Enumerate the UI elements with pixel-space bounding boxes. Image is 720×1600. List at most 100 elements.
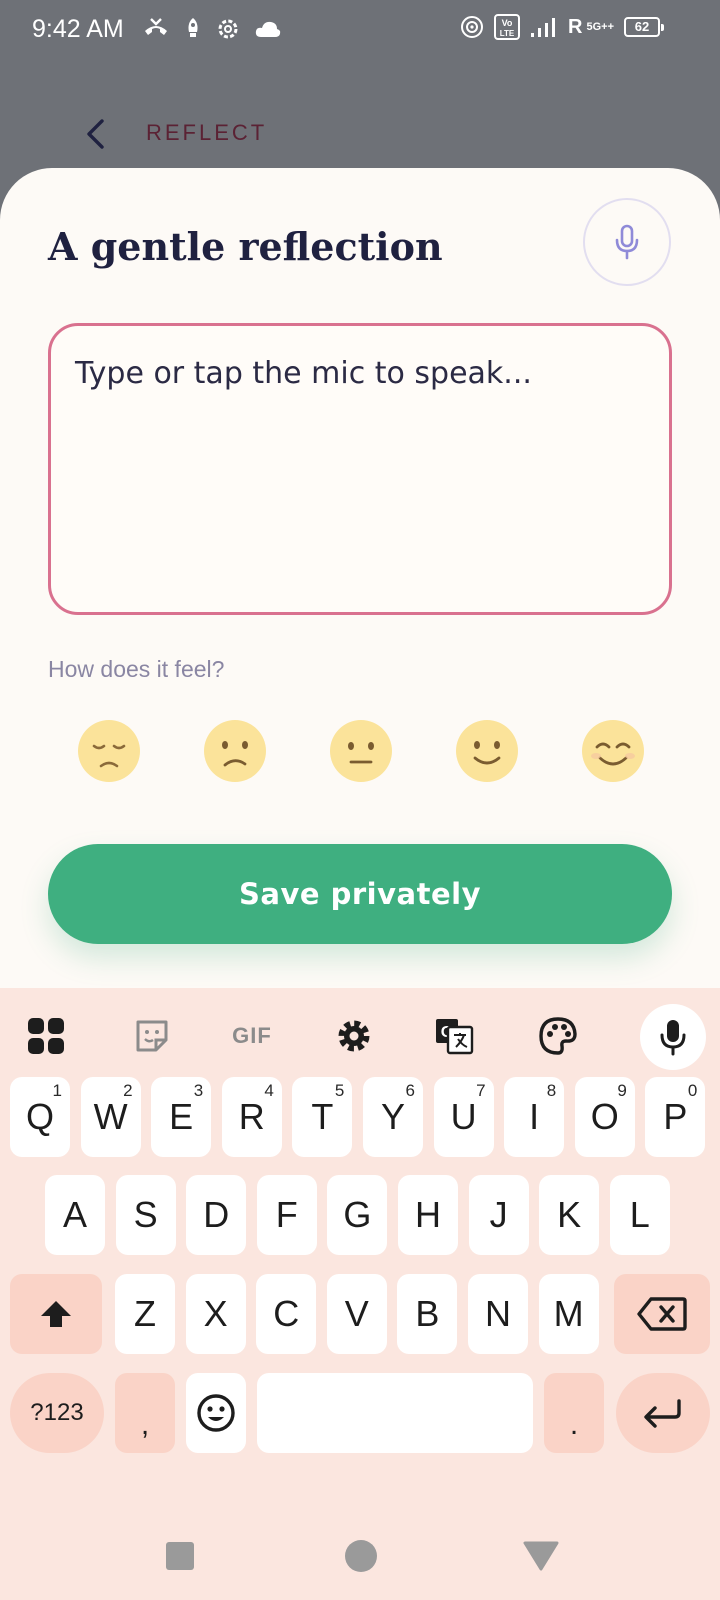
keyboard-voice-button[interactable]: [640, 1004, 706, 1070]
emoji-key[interactable]: [186, 1373, 246, 1453]
feel-label: How does it feel?: [48, 656, 225, 682]
key-hint: 2: [123, 1081, 133, 1100]
reflection-input[interactable]: [48, 323, 672, 615]
key-y[interactable]: Y6: [363, 1077, 423, 1157]
gif-label: GIF: [232, 1023, 272, 1048]
shift-key[interactable]: [10, 1274, 102, 1354]
cloud-icon: [255, 21, 280, 37]
mood-neutral-icon[interactable]: [328, 718, 394, 784]
back-arrow-icon[interactable]: [82, 118, 110, 150]
status-bar: 9:42 AM Vo LTE R 5G++ 62: [0, 0, 720, 58]
key-s[interactable]: S: [115, 1175, 176, 1255]
recents-square-icon[interactable]: [164, 1540, 196, 1572]
header-title: REFLECT: [146, 120, 268, 145]
period-label: .: [569, 1408, 579, 1441]
home-circle-icon[interactable]: [343, 1538, 379, 1574]
period-key[interactable]: .: [544, 1373, 604, 1453]
key-i[interactable]: I8: [504, 1077, 565, 1157]
svg-text:Vo: Vo: [502, 18, 513, 28]
save-privately-button[interactable]: Save privately: [48, 844, 672, 944]
key-hint: 1: [52, 1081, 62, 1100]
key-e[interactable]: E3: [151, 1077, 212, 1157]
key-b[interactable]: B: [397, 1274, 458, 1354]
key-m[interactable]: M: [538, 1274, 599, 1354]
network-type: 5G++: [586, 21, 614, 33]
microphone-icon: [615, 224, 639, 260]
keyboard-settings-icon[interactable]: [332, 1014, 376, 1058]
apps-grid-icon[interactable]: [24, 1014, 68, 1058]
translate-icon[interactable]: G: [432, 1014, 476, 1058]
key-hint: 7: [476, 1081, 486, 1100]
emoji-smiley-icon: [197, 1394, 235, 1432]
key-g[interactable]: G: [327, 1175, 388, 1255]
svg-text:LTE: LTE: [500, 29, 515, 38]
status-time: 9:42 AM: [32, 14, 124, 43]
key-hint: 5: [334, 1081, 345, 1100]
key-t[interactable]: T5: [292, 1077, 353, 1157]
key-hint: 0: [687, 1081, 698, 1100]
key-n[interactable]: N: [468, 1274, 528, 1354]
key-p[interactable]: P0: [645, 1077, 706, 1157]
key-label: Q: [25, 1096, 54, 1137]
mood-happy-icon[interactable]: [454, 718, 520, 784]
key-j[interactable]: J: [468, 1175, 529, 1255]
key-label: U: [450, 1096, 477, 1137]
key-label: T: [311, 1096, 334, 1137]
key-label: W: [93, 1096, 128, 1137]
shift-arrow-icon: [41, 1301, 71, 1327]
key-v[interactable]: V: [326, 1274, 387, 1354]
key-x[interactable]: X: [185, 1274, 246, 1354]
signal-icon: [531, 18, 556, 37]
comma-key[interactable]: ,: [115, 1373, 175, 1453]
keyboard-toolbar: GIF G: [0, 988, 720, 1084]
voice-input-button[interactable]: [583, 198, 671, 286]
symbols-key[interactable]: ?123: [10, 1373, 104, 1453]
key-c[interactable]: C: [256, 1274, 317, 1354]
mood-very-sad-icon[interactable]: [76, 718, 142, 784]
rocket-icon: [188, 18, 198, 37]
missed-call-icon: [144, 18, 167, 35]
space-key[interactable]: [257, 1373, 533, 1453]
key-f[interactable]: F: [256, 1175, 317, 1255]
key-q[interactable]: Q1: [10, 1077, 70, 1157]
key-o[interactable]: O9: [574, 1077, 635, 1157]
sticker-icon[interactable]: [130, 1014, 174, 1058]
key-a[interactable]: A: [45, 1175, 105, 1255]
key-hint: 3: [193, 1081, 204, 1100]
mood-very-happy-icon[interactable]: [580, 718, 646, 784]
network-label: R: [568, 15, 583, 38]
mood-sad-icon[interactable]: [202, 718, 268, 784]
key-label: R: [238, 1096, 265, 1137]
key-r[interactable]: R4: [221, 1077, 282, 1157]
key-u[interactable]: U7: [433, 1077, 494, 1157]
page-title: A gentle reflection: [48, 224, 443, 269]
key-label: E: [169, 1096, 194, 1137]
gif-button[interactable]: GIF: [222, 1014, 282, 1058]
settings-gear-icon: [218, 19, 238, 39]
status-system-icons: Vo LTE R 5G++ 62: [460, 14, 664, 40]
enter-key[interactable]: [616, 1373, 710, 1453]
key-hint: 8: [546, 1081, 557, 1100]
key-l[interactable]: L: [609, 1175, 670, 1255]
back-triangle-icon[interactable]: [522, 1540, 560, 1572]
key-label: O: [590, 1096, 619, 1137]
backspace-key[interactable]: [614, 1274, 710, 1354]
key-k[interactable]: K: [539, 1175, 600, 1255]
volte-icon: VoLTE: [494, 14, 521, 40]
key-label: P: [663, 1096, 688, 1137]
keyboard-microphone-icon: [660, 1020, 686, 1056]
theme-palette-icon[interactable]: [536, 1014, 580, 1058]
status-notification-icons: [142, 17, 282, 41]
key-hint: 9: [617, 1081, 627, 1100]
key-label: Y: [380, 1096, 405, 1137]
key-w[interactable]: W2: [80, 1077, 141, 1157]
navigation-bar: [0, 1500, 720, 1600]
key-z[interactable]: Z: [115, 1274, 175, 1354]
reflection-sheet: A gentle reflection How does it feel?: [0, 168, 720, 988]
key-hint: 6: [405, 1081, 415, 1100]
mood-selector: [76, 718, 646, 784]
key-h[interactable]: H: [398, 1175, 458, 1255]
battery-level: 62: [634, 19, 650, 34]
key-d[interactable]: D: [186, 1175, 247, 1255]
enter-arrow-icon: [644, 1399, 681, 1428]
